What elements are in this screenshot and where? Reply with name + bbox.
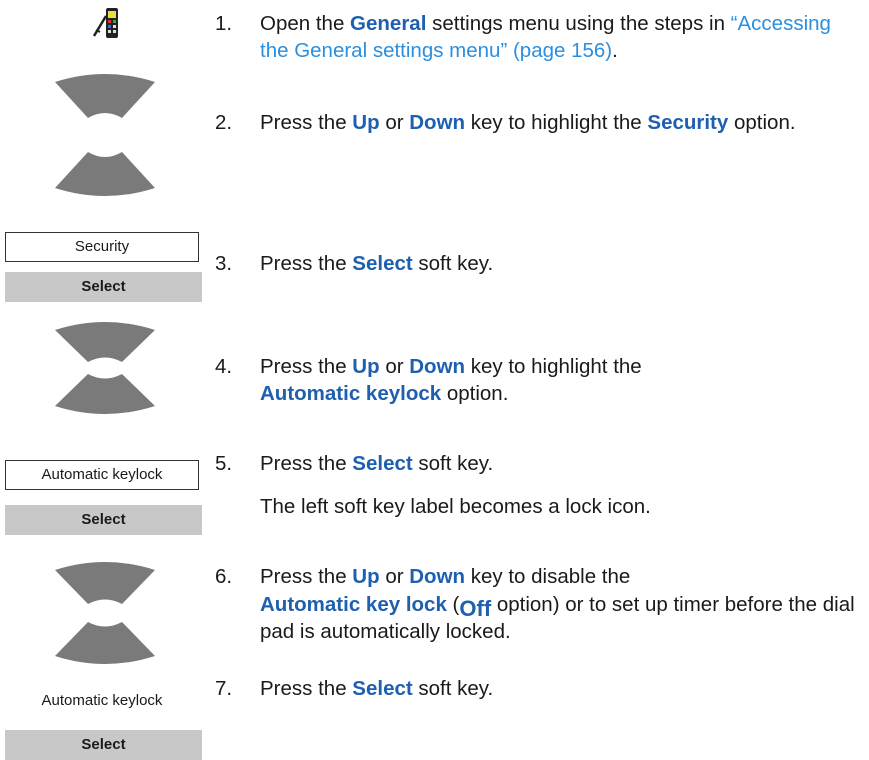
up-down-navigation-key-icon [50, 318, 160, 418]
phone-menu-icon [92, 8, 118, 38]
step-7: 7. Press the Select soft key. [215, 677, 494, 700]
step-3: 3. Press the Select soft key. [215, 252, 494, 275]
step-number: 1. [215, 12, 233, 35]
screen-label-automatic-keylock: Automatic keylock [5, 460, 199, 490]
keyword-general: General [350, 12, 427, 35]
step-note: The left soft key label becomes a lock i… [260, 495, 651, 518]
up-down-navigation-key-icon [50, 558, 160, 668]
step-2: 2. Press the Up or Down key to highlight… [215, 111, 796, 134]
select-softkey[interactable]: Select [5, 505, 202, 535]
icon-column: Security Select Automatic keylock Select… [0, 0, 215, 760]
step-5: 5. Press the Select soft key. The left s… [215, 450, 855, 520]
step-6: 6. Press the Up or Down key to disable t… [215, 565, 855, 643]
step-4: 4. Press the Up or Down key to highlight… [215, 355, 642, 405]
select-softkey[interactable]: Select [5, 272, 202, 302]
screen-label-security: Security [5, 232, 199, 262]
step-1: 1. Open the General settings menu using … [215, 12, 831, 62]
instruction-steps: 1. Open the General settings menu using … [215, 0, 869, 756]
up-down-navigation-key-icon [50, 70, 160, 200]
automatic-keylock-label: Automatic keylock [41, 692, 163, 709]
